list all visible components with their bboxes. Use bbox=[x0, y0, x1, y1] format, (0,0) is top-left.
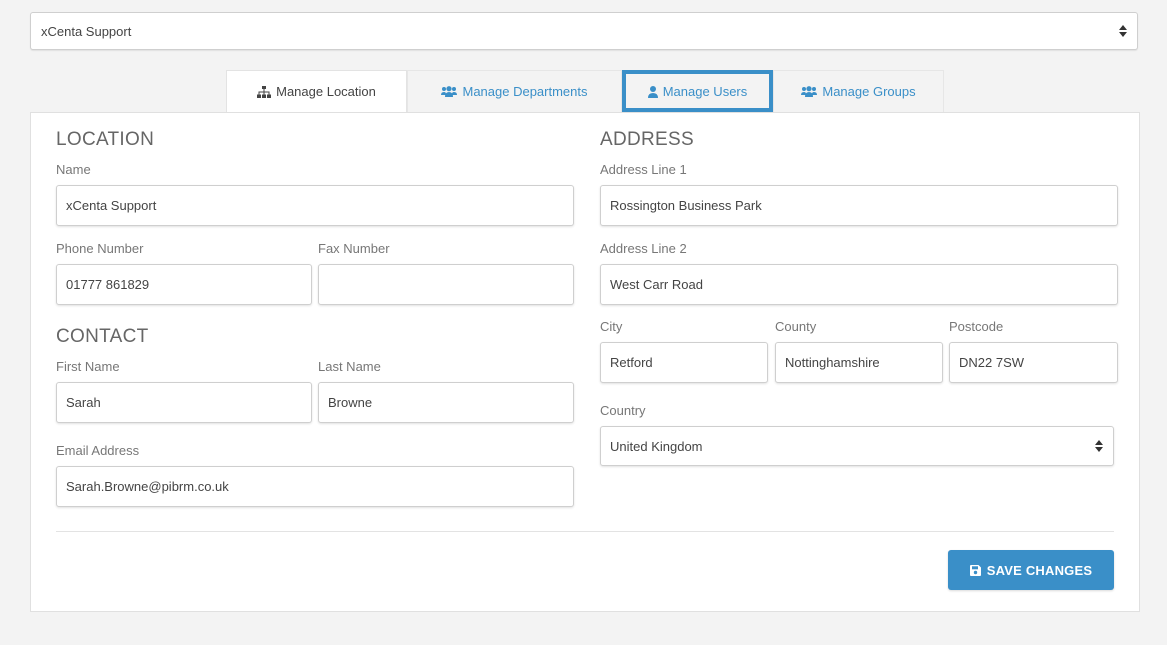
postcode-input[interactable]: DN22 7SW bbox=[949, 342, 1118, 383]
users-icon bbox=[441, 86, 458, 97]
location-form-panel: LOCATION Name xCenta Support Phone Numbe… bbox=[30, 112, 1140, 612]
save-button-label: SAVE CHANGES bbox=[986, 562, 1093, 578]
city-label: City bbox=[600, 319, 623, 334]
tab-manage-departments[interactable]: Manage Departments bbox=[407, 70, 622, 112]
first-name-label: First Name bbox=[56, 359, 120, 374]
form-divider bbox=[56, 531, 1114, 532]
county-input[interactable]: Nottinghamshire bbox=[775, 342, 943, 383]
last-name-label: Last Name bbox=[318, 359, 381, 374]
tab-label: Manage Users bbox=[662, 84, 748, 99]
country-label: Country bbox=[600, 403, 646, 418]
phone-label: Phone Number bbox=[56, 241, 144, 256]
country-select-value: United Kingdom bbox=[610, 438, 703, 454]
email-label: Email Address bbox=[56, 443, 140, 458]
location-select[interactable]: xCenta Support bbox=[30, 12, 1138, 50]
address-heading: ADDRESS bbox=[600, 129, 694, 150]
tab-manage-location[interactable]: Manage Location bbox=[226, 70, 407, 112]
name-input[interactable]: xCenta Support bbox=[56, 185, 574, 226]
tab-label: Manage Departments bbox=[462, 84, 588, 99]
users-icon bbox=[801, 86, 818, 97]
tab-manage-users[interactable]: Manage Users bbox=[622, 70, 773, 112]
country-select[interactable]: United Kingdom bbox=[600, 426, 1114, 466]
address-line2-label: Address Line 2 bbox=[600, 241, 687, 256]
user-icon bbox=[647, 85, 658, 98]
fax-label: Fax Number bbox=[318, 241, 390, 256]
tab-label: Manage Location bbox=[276, 84, 376, 99]
city-input[interactable]: Retford bbox=[600, 342, 768, 383]
first-name-input[interactable]: Sarah bbox=[56, 382, 312, 423]
name-label: Name bbox=[56, 162, 91, 177]
location-select-value: xCenta Support bbox=[41, 24, 132, 39]
location-heading: LOCATION bbox=[56, 129, 155, 150]
sort-arrows-icon bbox=[1119, 25, 1127, 37]
phone-input[interactable]: 01777 861829 bbox=[56, 264, 312, 305]
email-input[interactable]: Sarah.Browne@pibrm.co.uk bbox=[56, 466, 574, 507]
postcode-label: Postcode bbox=[949, 319, 1004, 334]
fax-input[interactable] bbox=[318, 264, 574, 305]
tab-manage-groups[interactable]: Manage Groups bbox=[773, 70, 944, 112]
tab-bar: Manage Location Manage Departments Manag… bbox=[226, 70, 944, 112]
sort-arrows-icon bbox=[1095, 440, 1103, 452]
county-label: County bbox=[775, 319, 817, 334]
address-line2-input[interactable]: West Carr Road bbox=[600, 264, 1118, 305]
address-line1-input[interactable]: Rossington Business Park bbox=[600, 185, 1118, 226]
tab-label: Manage Groups bbox=[822, 84, 916, 99]
sitemap-icon bbox=[257, 85, 272, 98]
contact-heading: CONTACT bbox=[56, 326, 149, 347]
address-line1-label: Address Line 1 bbox=[600, 162, 687, 177]
save-changes-button[interactable]: SAVE CHANGES bbox=[948, 550, 1114, 590]
last-name-input[interactable]: Browne bbox=[318, 382, 574, 423]
save-icon bbox=[969, 564, 981, 576]
